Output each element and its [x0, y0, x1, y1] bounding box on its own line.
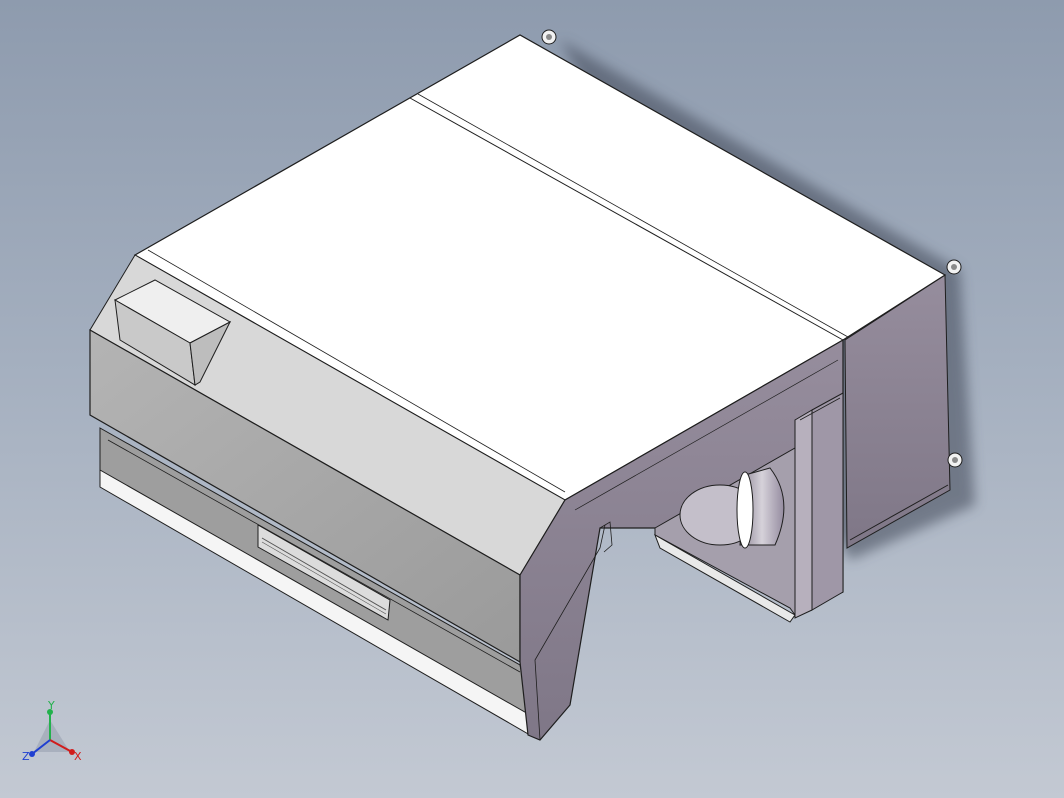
coordinate-triad: Y X Z [22, 700, 82, 763]
x-axis-label: X [74, 750, 82, 763]
y-axis-label: Y [47, 700, 55, 712]
mounting-lug [946, 259, 962, 275]
z-axis-label: Z [22, 750, 30, 763]
outlet-frame [794, 409, 813, 619]
outlet-frame [811, 392, 844, 611]
cad-viewport[interactable]: Y X Z [0, 0, 1064, 798]
mounting-lug [541, 29, 557, 45]
3d-model-view[interactable] [0, 0, 1064, 798]
mounting-lug [947, 452, 963, 468]
z-axis-tip [29, 751, 35, 757]
